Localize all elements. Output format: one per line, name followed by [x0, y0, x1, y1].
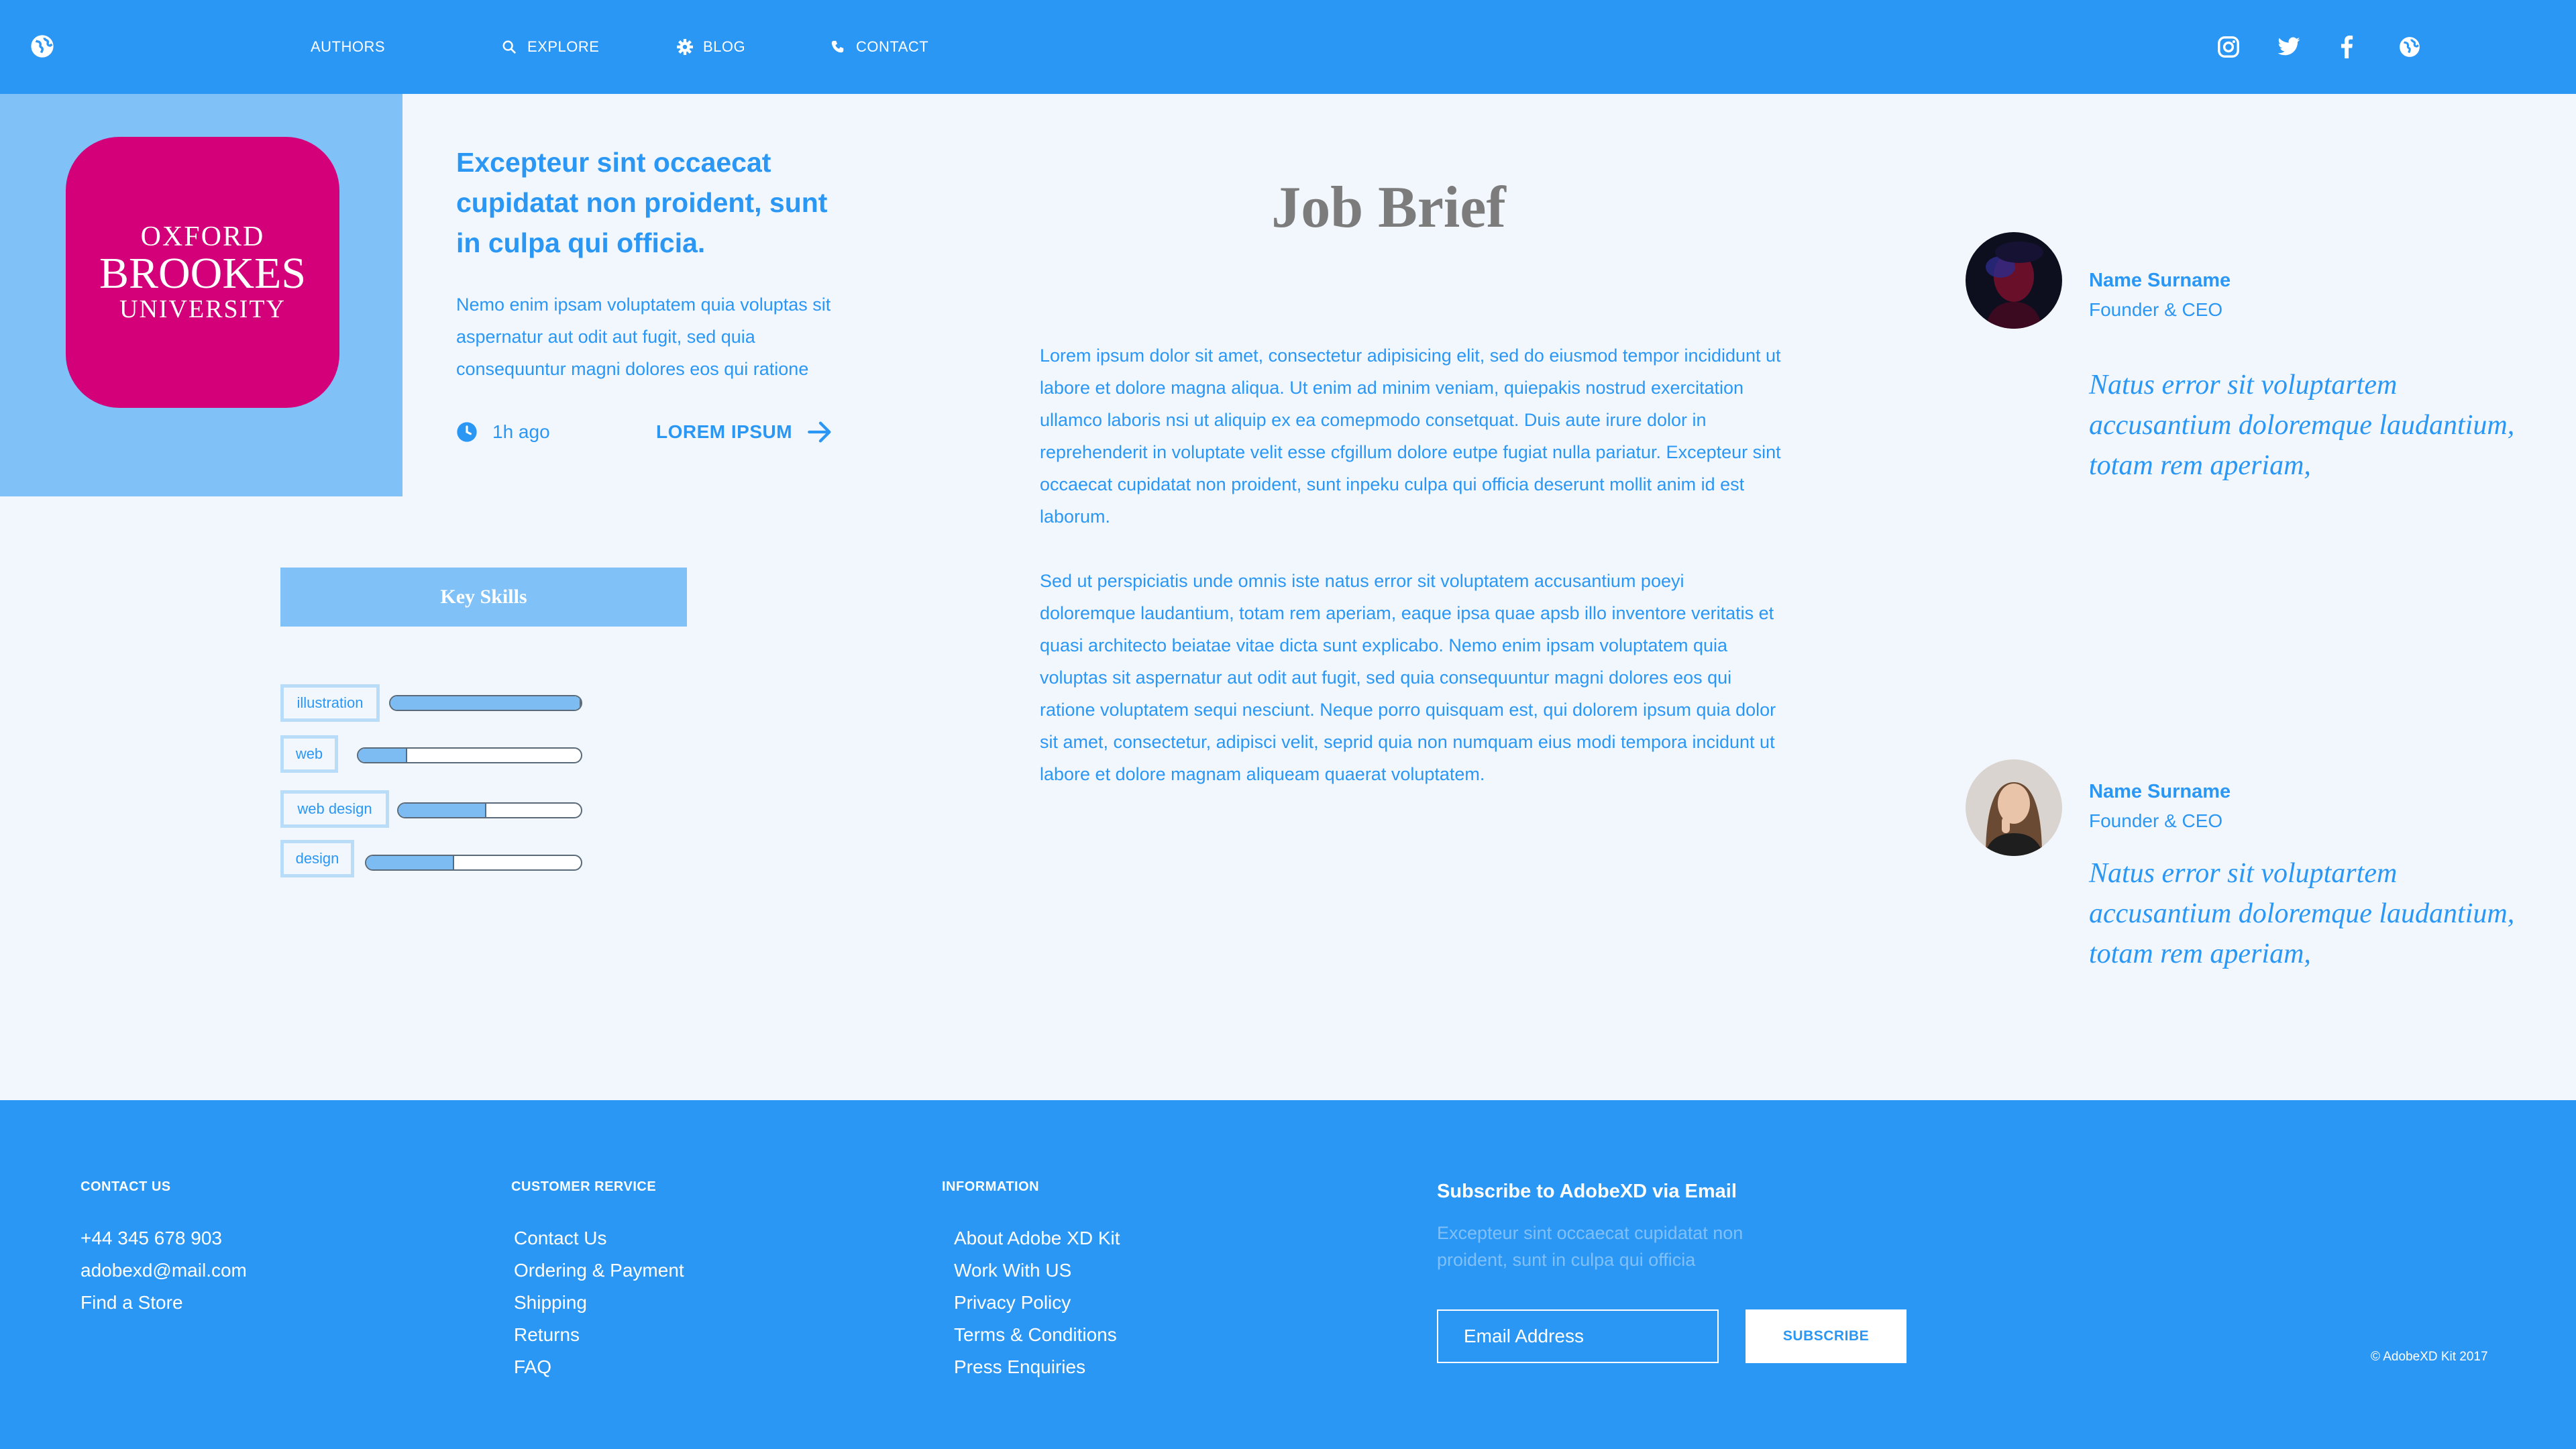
nav-explore[interactable]: EXPLORE — [500, 0, 599, 94]
footer-service-list: Contact Us Ordering & Payment Shipping R… — [514, 1222, 684, 1383]
skill-bar-fill — [358, 749, 408, 762]
globe-icon[interactable] — [2396, 34, 2423, 60]
lorem-ipsum-link[interactable]: LOREM IPSUM — [656, 417, 834, 447]
nav-contact[interactable]: CONTACT — [829, 0, 928, 94]
skill-bar — [365, 855, 582, 871]
testimonial-quote: Natus error sit voluptartem accusantium … — [2089, 858, 2515, 969]
nav-contact-label: CONTACT — [856, 38, 929, 55]
skill-tag-label: illustration — [297, 694, 364, 711]
skill-tag: web — [280, 735, 338, 773]
gear-icon — [676, 38, 694, 56]
skill-tag: web design — [280, 790, 389, 828]
footer-link[interactable]: Contact Us — [514, 1222, 684, 1254]
footer-contact-heading: CONTACT US — [80, 1179, 171, 1194]
skill-tag-label: design — [295, 850, 339, 867]
job-brief-title: Job Brief — [1271, 175, 1506, 240]
testimonial-role: Founder & CEO — [2089, 299, 2223, 320]
key-skills-heading: Key Skills — [280, 568, 687, 627]
clock-icon — [456, 421, 478, 443]
skill-bar-fill — [390, 696, 581, 710]
email-field[interactable] — [1437, 1309, 1719, 1363]
copyright: © AdobeXD Kit 2017 — [2371, 1350, 2488, 1364]
skill-tag: illustration — [280, 684, 380, 722]
job-brief-paragraph: Sed ut perspiciatis unde omnis iste natu… — [1040, 571, 1776, 784]
footer-information-list: About Adobe XD Kit Work With US Privacy … — [954, 1222, 1120, 1383]
post-time: 1h ago — [456, 417, 550, 447]
testimonial-name: Name Surname — [2089, 270, 2231, 291]
globe-icon[interactable] — [30, 34, 55, 59]
footer-find-store[interactable]: Find a Store — [80, 1287, 247, 1319]
footer-link[interactable]: Returns — [514, 1319, 684, 1351]
skill-bar-fill — [366, 856, 455, 869]
twitter-icon[interactable] — [2275, 34, 2302, 60]
footer-link[interactable]: Shipping — [514, 1287, 684, 1319]
skill-bar-fill — [398, 804, 486, 817]
footer-information-heading: INFORMATION — [942, 1179, 1040, 1194]
footer-service-heading: CUSTOMER RERVICE — [511, 1179, 657, 1194]
skill-bar — [397, 802, 582, 818]
nav-authors-label: AUTHORS — [311, 38, 386, 55]
footer-link[interactable]: Press Enquiries — [954, 1351, 1120, 1383]
subscribe-button[interactable]: SUBSCRIBE — [1746, 1309, 1907, 1363]
post-time-label: 1h ago — [492, 421, 550, 442]
footer-link[interactable]: FAQ — [514, 1351, 684, 1383]
footer-link[interactable]: Work With US — [954, 1254, 1120, 1287]
logo-line-2: BROOKES — [99, 249, 307, 298]
skill-tag-label: web — [295, 745, 323, 762]
nav-explore-label: EXPLORE — [527, 38, 600, 55]
testimonial-role: Founder & CEO — [2089, 810, 2223, 831]
testimonial-name: Name Surname — [2089, 781, 2231, 802]
hero-description: Nemo enim ipsam voluptatem quia voluptas… — [456, 294, 831, 379]
skill-bar — [357, 747, 582, 763]
instagram-icon[interactable] — [2215, 34, 2242, 60]
nav-blog[interactable]: BLOG — [676, 0, 745, 94]
footer-link[interactable]: Privacy Policy — [954, 1287, 1120, 1319]
search-icon — [500, 38, 518, 56]
footer-contact-list: +44 345 678 903 adobexd@mail.com Find a … — [80, 1222, 247, 1319]
footer: CONTACT US +44 345 678 903 adobexd@mail.… — [0, 1100, 2576, 1449]
university-logo: OXFORD BROOKES UNIVERSITY — [66, 137, 339, 408]
footer-link[interactable]: Ordering & Payment — [514, 1254, 684, 1287]
phone-icon — [829, 38, 847, 56]
footer-phone[interactable]: +44 345 678 903 — [80, 1222, 247, 1254]
skill-tag: design — [280, 840, 354, 877]
logo-panel: OXFORD BROOKES UNIVERSITY — [0, 94, 402, 496]
skill-bar — [389, 695, 582, 711]
arrow-right-icon — [807, 421, 834, 443]
top-navbar: AUTHORS EXPLORE BLOG CONTACT — [0, 0, 2576, 94]
subscribe-title: Subscribe to AdobeXD via Email — [1437, 1181, 1737, 1202]
footer-link[interactable]: Terms & Conditions — [954, 1319, 1120, 1351]
skill-tag-label: web design — [297, 800, 372, 817]
avatar — [1966, 759, 2062, 856]
testimonial-quote: Natus error sit voluptartem accusantium … — [2089, 370, 2515, 481]
footer-link[interactable]: About Adobe XD Kit — [954, 1222, 1120, 1254]
nav-authors[interactable]: AUTHORS — [311, 0, 385, 94]
facebook-icon[interactable] — [2333, 34, 2360, 60]
hero-title: Excepteur sint occaecat cupidatat non pr… — [456, 147, 828, 258]
lorem-ipsum-link-label: LOREM IPSUM — [656, 421, 793, 442]
logo-line-3: UNIVERSITY — [119, 295, 286, 323]
footer-email[interactable]: adobexd@mail.com — [80, 1254, 247, 1287]
logo-line-1: OXFORD — [140, 221, 265, 252]
subscribe-description: Excepteur sint occaecat cupidatat non pr… — [1437, 1223, 1743, 1270]
avatar — [1966, 232, 2062, 329]
nav-blog-label: BLOG — [703, 38, 746, 55]
job-brief-paragraph: Lorem ipsum dolor sit amet, consectetur … — [1040, 345, 1781, 527]
